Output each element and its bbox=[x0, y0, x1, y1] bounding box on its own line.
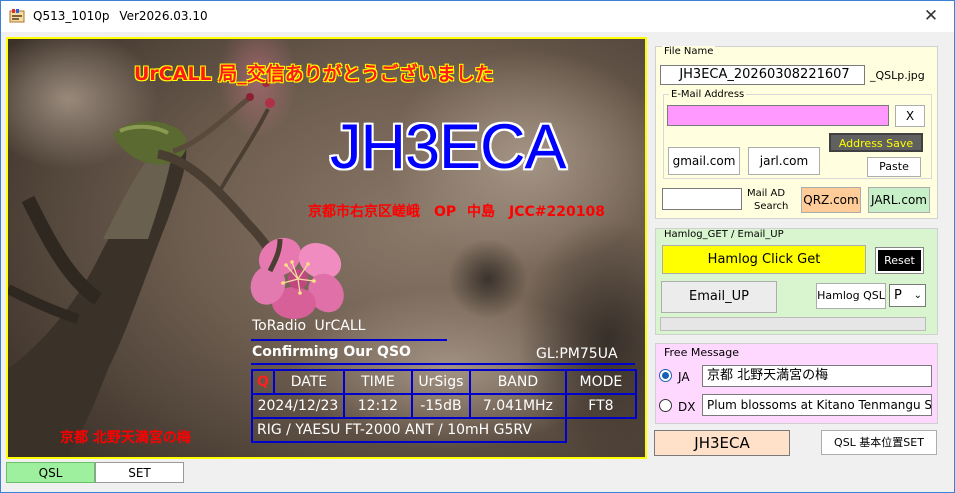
gmail-button[interactable]: gmail.com bbox=[668, 147, 740, 175]
ja-message-field[interactable]: 京都 北野天満宮の梅 bbox=[702, 365, 932, 387]
ja-radio[interactable] bbox=[659, 369, 672, 382]
reset-button[interactable]: Reset bbox=[875, 247, 924, 274]
value-date: 2024/12/23 bbox=[251, 393, 345, 419]
dx-label: DX bbox=[678, 400, 696, 414]
card-grid-locator: GL:PM75UA bbox=[536, 346, 618, 362]
ja-label: JA bbox=[678, 370, 690, 384]
chevron-down-icon: ⌄ bbox=[913, 290, 922, 301]
q-cell: Q bbox=[251, 369, 275, 395]
window-title: Q513_1010p Ver2026.03.10 bbox=[33, 9, 208, 23]
header-time: TIME bbox=[342, 369, 413, 395]
qrz-button[interactable]: QRZ.com bbox=[801, 187, 861, 213]
title-bar[interactable]: Q513_1010p Ver2026.03.10 ✕ bbox=[1, 1, 954, 32]
paste-button[interactable]: Paste bbox=[867, 157, 921, 177]
dx-radio[interactable] bbox=[659, 399, 672, 412]
card-callsign: JH3ECA bbox=[330, 112, 567, 182]
tab-qsl[interactable]: QSL bbox=[6, 462, 95, 483]
hamlog-legend: Hamlog_GET / Email_UP bbox=[662, 229, 786, 240]
address-save-button[interactable]: Address Save bbox=[829, 133, 923, 152]
mail-ad-label: Mail AD bbox=[747, 188, 786, 199]
callsign-display[interactable]: JH3ECA bbox=[654, 430, 790, 456]
to-radio-underline bbox=[251, 339, 447, 341]
file-name-legend: File Name bbox=[662, 46, 716, 57]
header-ursigs: UrSigs bbox=[410, 369, 471, 395]
tab-set[interactable]: SET bbox=[95, 462, 184, 483]
progress-bar bbox=[660, 317, 926, 331]
email-address-legend: E-Mail Address bbox=[669, 89, 747, 100]
rig-ant-line: RIG / YAESU FT-2000 ANT / 10mH G5RV bbox=[251, 417, 567, 443]
value-band: 7.041MHz bbox=[468, 393, 567, 419]
hamlog-qsl-select[interactable]: P ⌄ bbox=[889, 284, 926, 307]
value-ursigs: -15dB bbox=[410, 393, 471, 419]
qso-value-row: 2024/12/23 12:12 -15dB 7.041MHz FT8 bbox=[251, 393, 637, 419]
hamlog-click-get-button[interactable]: Hamlog Click Get bbox=[662, 245, 866, 274]
email-up-button[interactable]: Email_UP bbox=[661, 281, 777, 313]
card-confirming-qso: Confirming Our QSO bbox=[252, 344, 411, 360]
app-icon bbox=[9, 9, 25, 23]
header-band: BAND bbox=[468, 369, 567, 395]
qsl-position-set-button[interactable]: QSL 基本位置SET bbox=[821, 430, 937, 455]
email-field[interactable] bbox=[667, 105, 889, 126]
clear-email-button[interactable]: X bbox=[895, 105, 925, 127]
header-date: DATE bbox=[272, 369, 345, 395]
value-mode: FT8 bbox=[564, 393, 637, 419]
card-greeting: UrCALL 局_交信ありがとうございました bbox=[134, 63, 494, 85]
qsl-card-preview[interactable]: UrCALL 局_交信ありがとうございました JH3ECA 京都市右京区嵯峨 O… bbox=[6, 37, 647, 459]
card-qth-line: 京都市右京区嵯峨 OP 中島 JCC#220108 bbox=[308, 204, 605, 220]
app-window: Q513_1010p Ver2026.03.10 ✕ UrCALL 局_交信あり… bbox=[0, 0, 955, 493]
qso-table: Q DATE TIME UrSigs BAND MODE 2024/12/23 … bbox=[251, 369, 637, 443]
free-message-legend: Free Message bbox=[662, 346, 742, 359]
hamlog-qsl-select-value: P bbox=[894, 288, 902, 303]
dx-message-field[interactable]: Plum blossoms at Kitano Tenmangu S bbox=[702, 394, 932, 416]
file-suffix-label: _QSLp.jpg bbox=[870, 69, 925, 82]
confirm-underline bbox=[251, 363, 635, 365]
header-mode: MODE bbox=[564, 369, 637, 395]
qso-header-row: Q DATE TIME UrSigs BAND MODE bbox=[251, 369, 637, 395]
search-label: Search bbox=[754, 201, 789, 212]
jarl-com-button[interactable]: JARL.com bbox=[868, 187, 930, 213]
hamlog-qsl-button[interactable]: Hamlog QSL bbox=[816, 283, 886, 309]
file-name-field[interactable]: JH3ECA_20260308221607 bbox=[660, 65, 865, 85]
qso-footer-row: RIG / YAESU FT-2000 ANT / 10mH G5RV bbox=[251, 417, 636, 443]
jarl-domain-button[interactable]: jarl.com bbox=[748, 147, 820, 175]
card-to-radio: ToRadio UrCALL bbox=[252, 318, 366, 334]
value-time: 12:12 bbox=[342, 393, 413, 419]
card-photo-caption: 京都 北野天満宮の梅 bbox=[60, 430, 191, 446]
close-button[interactable]: ✕ bbox=[908, 1, 954, 32]
close-icon: ✕ bbox=[923, 6, 939, 26]
mail-ad-search-field[interactable] bbox=[662, 188, 742, 210]
